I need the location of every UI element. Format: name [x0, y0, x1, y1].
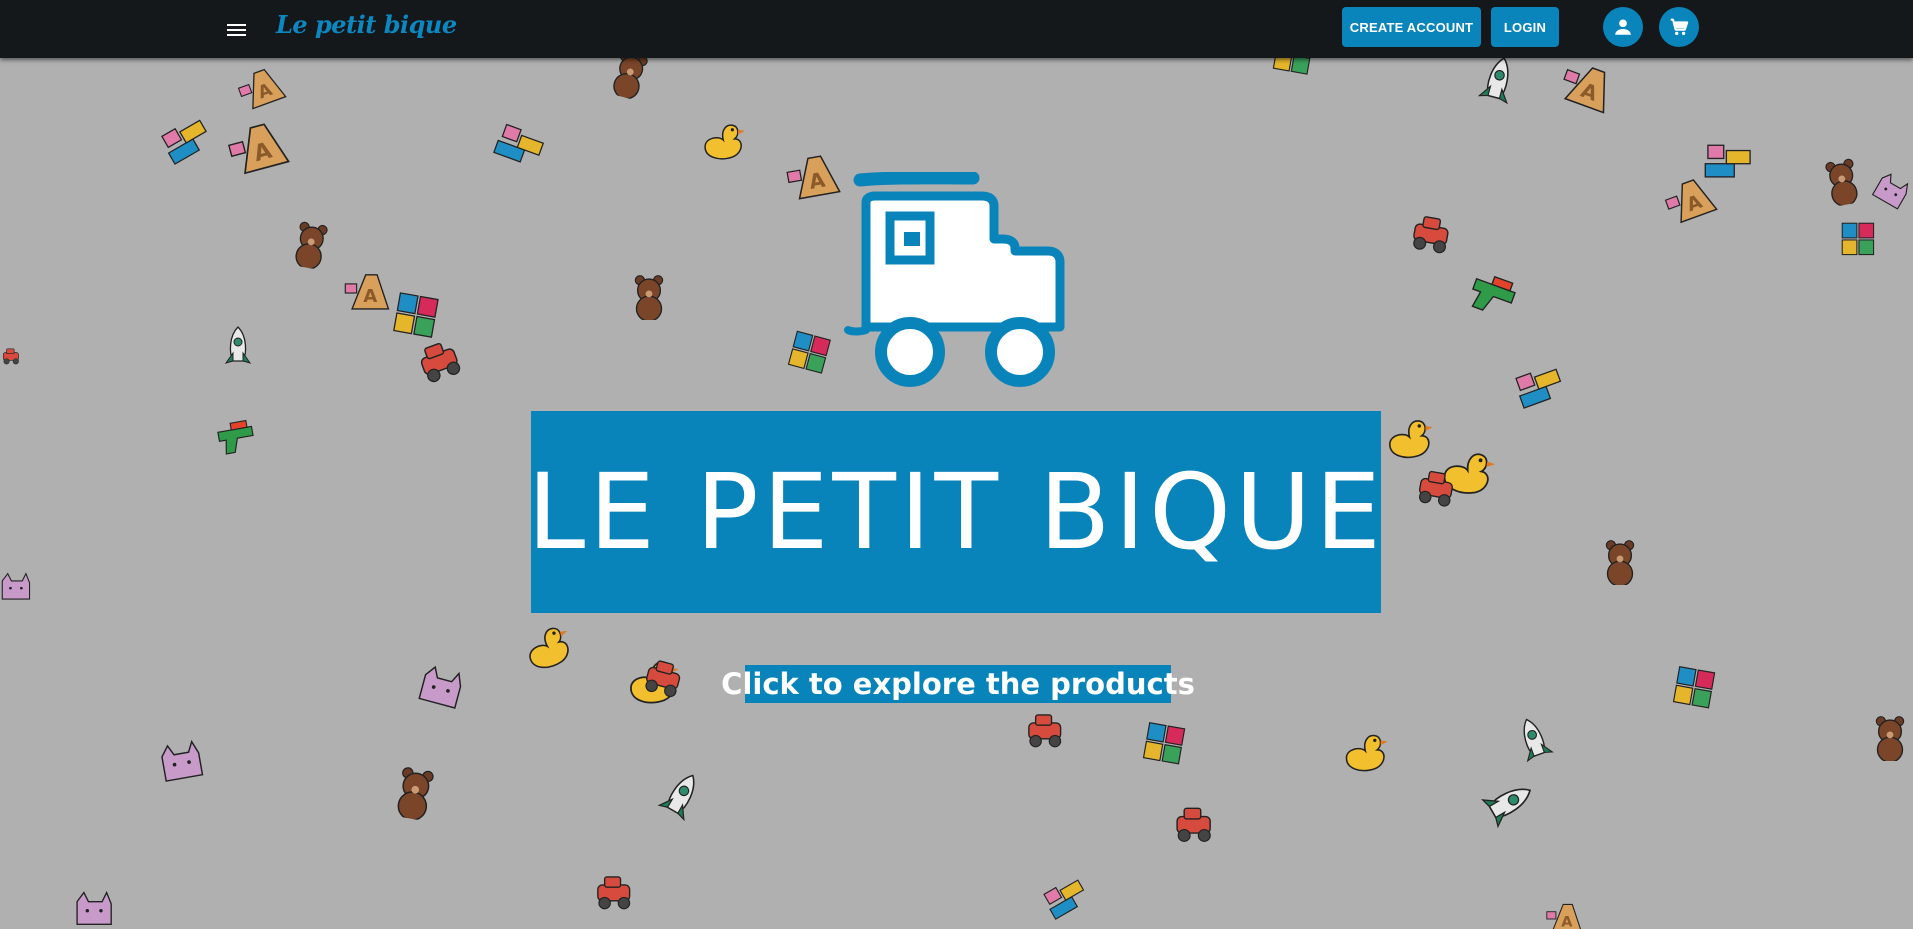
plush-cat-icon [1, 572, 31, 600]
plush-cat-icon [418, 665, 462, 709]
toy-car-icon [597, 876, 631, 910]
letter-block-icon: A [237, 68, 287, 110]
letter-block-icon: A [786, 155, 841, 200]
puzzle-icon [1672, 666, 1716, 709]
puzzle-icon [1142, 722, 1186, 765]
toy-gun-icon [217, 419, 254, 455]
toy-car-icon [1413, 216, 1449, 254]
explore-products-link[interactable]: Click to explore the products [721, 665, 1195, 703]
rocket-icon [1523, 718, 1554, 763]
toy-car-icon [1028, 714, 1062, 748]
plush-cat-icon [161, 739, 204, 782]
brand-logo[interactable]: Le petit bique [276, 10, 457, 39]
building-blocks-icon [1515, 368, 1562, 409]
login-button[interactable]: LOGIN [1491, 7, 1559, 47]
plush-cat-icon [1871, 173, 1909, 210]
svg-text:A: A [1561, 914, 1573, 929]
rocket-icon [1480, 788, 1532, 829]
building-blocks-icon [1043, 879, 1085, 920]
puzzle-icon [1841, 222, 1875, 256]
hero-title: LE PETIT BIQUE [527, 451, 1385, 573]
rocket-icon [224, 326, 252, 364]
puzzle-icon [787, 330, 831, 374]
cart-icon[interactable] [1659, 7, 1699, 47]
building-blocks-icon [493, 123, 545, 163]
duck-icon [1345, 734, 1388, 772]
rocket-icon [657, 774, 695, 822]
teddy-bear-icon [295, 221, 328, 270]
letter-block-icon: A [1563, 67, 1606, 114]
toy-car-icon [1418, 470, 1453, 507]
letter-block-icon: A [344, 274, 390, 310]
letter-block-icon: A [227, 123, 290, 175]
teddy-bear-icon [1875, 716, 1905, 761]
duck-icon [704, 124, 745, 160]
svg-text:A: A [363, 286, 377, 307]
teddy-bear-icon [1605, 540, 1635, 585]
menu-icon[interactable] [222, 14, 252, 44]
create-account-button[interactable]: CREATE ACCOUNT [1342, 7, 1481, 47]
letter-block-icon: A [1546, 903, 1582, 929]
rocket-icon [1477, 57, 1509, 105]
toy-gun-icon [1471, 275, 1516, 311]
toy-train-logo [844, 172, 1065, 387]
top-app-bar: Le petit bique CREATE ACCOUNT LOGIN [0, 0, 1913, 58]
duck-icon [1389, 420, 1433, 459]
teddy-bear-icon [634, 275, 664, 320]
teddy-bear-icon [397, 767, 434, 821]
plush-cat-icon [76, 890, 112, 926]
user-icon[interactable] [1603, 7, 1643, 47]
toy-car-icon [1176, 807, 1211, 842]
building-blocks-icon [161, 119, 207, 165]
hero-banner: LE PETIT BIQUE [527, 411, 1381, 613]
toy-car-icon [2, 348, 19, 365]
duck-icon [529, 627, 569, 669]
